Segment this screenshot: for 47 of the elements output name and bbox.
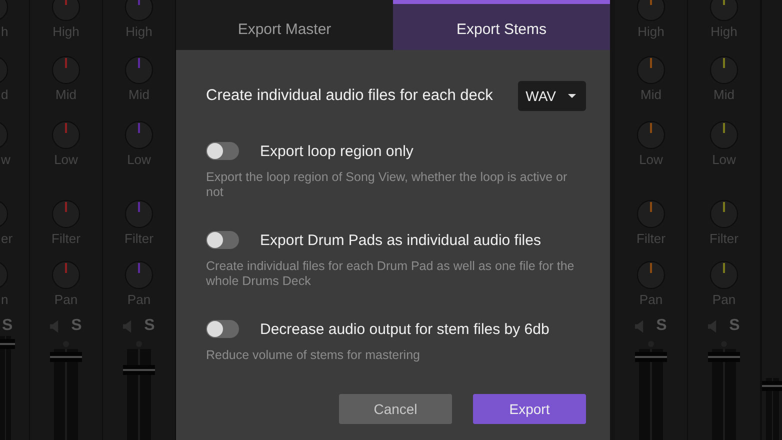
knob[interactable]: [710, 261, 738, 289]
fader-cap[interactable]: [0, 339, 15, 350]
knob[interactable]: [710, 200, 738, 228]
fader-cap[interactable]: [762, 381, 782, 392]
speaker-icon[interactable]: [635, 320, 644, 332]
caret-icon: [568, 94, 576, 98]
fader-cap[interactable]: [708, 352, 740, 362]
knob[interactable]: [125, 56, 153, 84]
solo-button[interactable]: S: [2, 318, 13, 334]
fader-cap[interactable]: [635, 352, 667, 362]
option-description: Reduce volume of stems for mastering: [206, 348, 421, 363]
dialog-tab[interactable]: Export Stems: [393, 0, 610, 50]
knob[interactable]: [710, 121, 738, 149]
knob[interactable]: [52, 261, 80, 289]
knob[interactable]: [124, 200, 153, 228]
knob[interactable]: [710, 56, 738, 84]
speaker-icon[interactable]: [123, 320, 132, 332]
format-dropdown[interactable]: WAV: [518, 81, 586, 111]
cancel-button[interactable]: Cancel: [339, 394, 452, 424]
option-label: Decrease audio output for stem files by 6db: [260, 320, 550, 338]
knob[interactable]: [52, 200, 80, 228]
speaker-icon[interactable]: [708, 320, 718, 332]
option-label: Export Drum Pads as individual audio files: [260, 232, 541, 248]
solo-button[interactable]: S: [71, 318, 82, 334]
solo-button[interactable]: S: [729, 318, 740, 334]
toggle-switch[interactable]: [206, 231, 239, 249]
export-button[interactable]: Export: [473, 394, 586, 424]
toggle-switch[interactable]: [206, 320, 239, 338]
knob[interactable]: [636, 200, 665, 228]
speaker-icon[interactable]: [50, 320, 60, 332]
knob[interactable]: [637, 121, 665, 149]
knob[interactable]: [52, 121, 80, 149]
solo-button[interactable]: S: [656, 318, 667, 334]
solo-button[interactable]: S: [144, 318, 155, 334]
toggle-switch[interactable]: [206, 142, 239, 160]
knob[interactable]: [125, 261, 153, 289]
knob[interactable]: [637, 56, 665, 84]
option-description: Export the loop region of Song View, whether the loop is active or not: [206, 170, 568, 200]
fader-cap[interactable]: [50, 352, 82, 362]
format-label: Create individual audio files for each deck: [206, 87, 493, 105]
dialog-tab[interactable]: Export Master: [176, 0, 393, 50]
knob[interactable]: [637, 261, 665, 289]
option-label: Export loop region only: [260, 142, 414, 160]
fader-cap[interactable]: [123, 365, 155, 376]
option-description: Create individual files for each Drum Pad as well as one file for the whole Drums Deck: [206, 259, 576, 289]
knob[interactable]: [52, 56, 80, 84]
knob[interactable]: [125, 121, 153, 149]
